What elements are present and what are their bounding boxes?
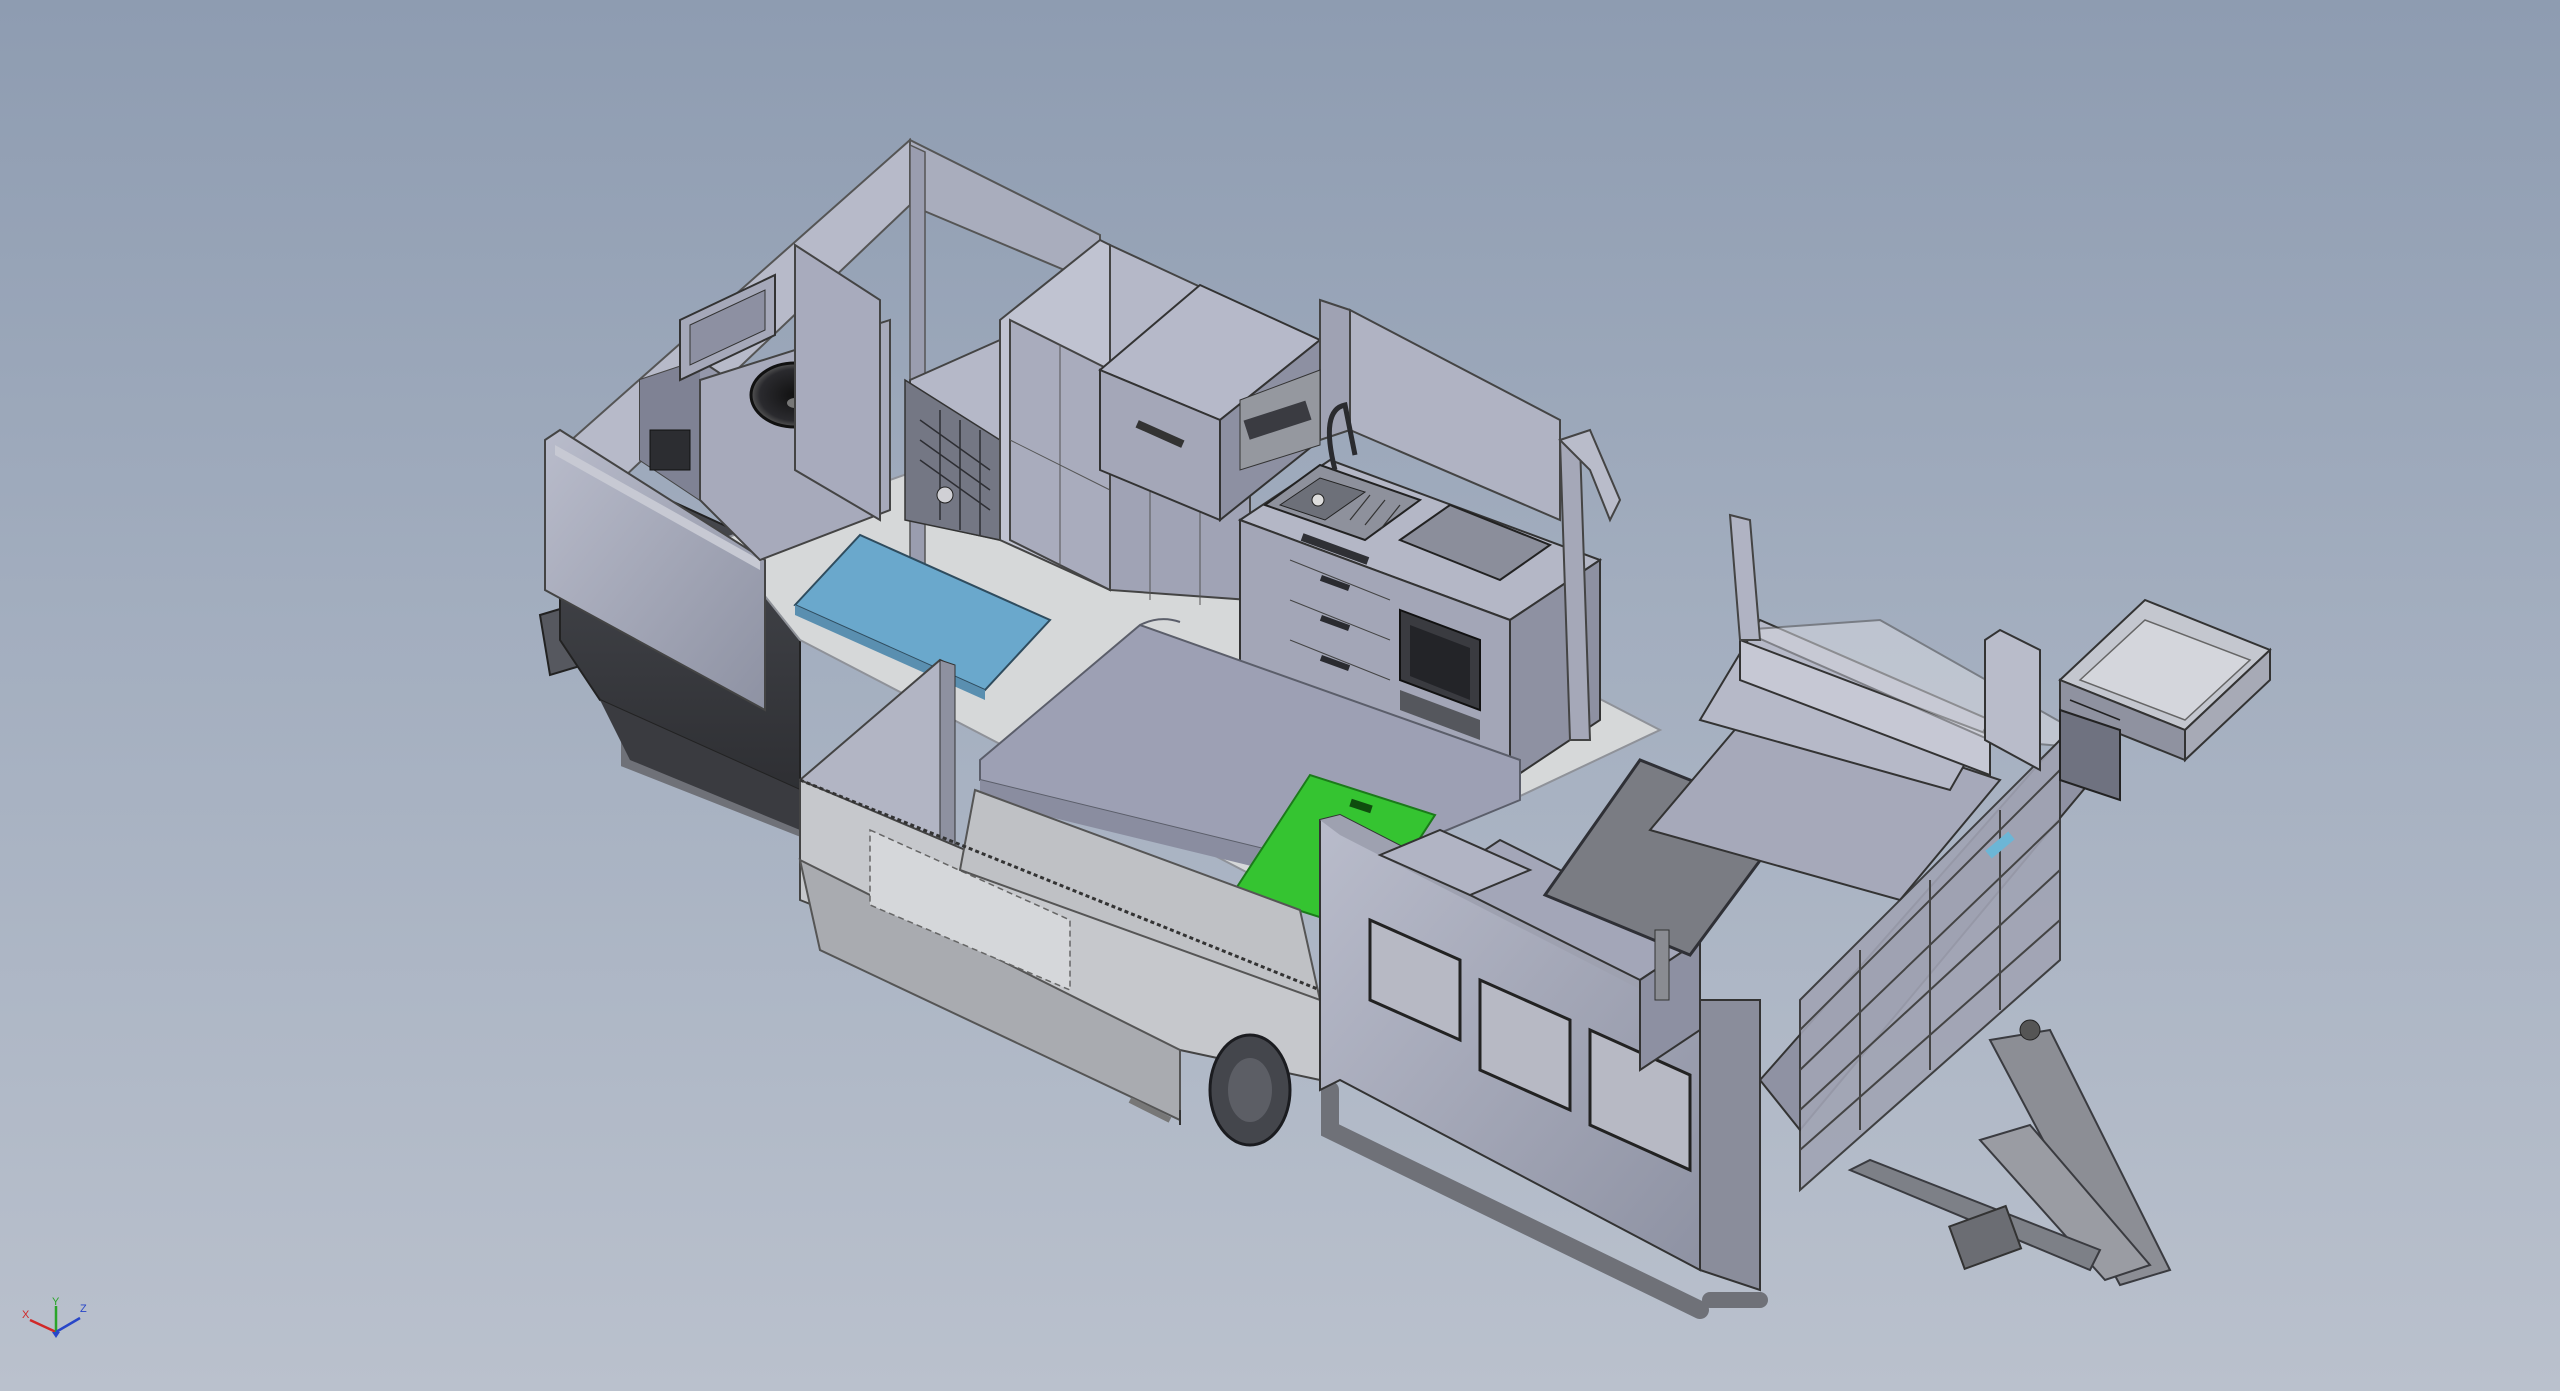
triad-z-label: Z <box>80 1303 87 1315</box>
triad-x-axis <box>29 1318 57 1334</box>
orientation-triad[interactable]: X Y Z <box>18 1296 88 1346</box>
wheel <box>1208 1033 1292 1147</box>
triad-y-label: Y <box>52 1296 60 1308</box>
table-leg <box>1654 929 1670 1001</box>
triad-x-label: X <box>22 1309 30 1321</box>
triad-z-axis <box>55 1316 81 1334</box>
graphics-viewport[interactable]: X Y Z <box>0 0 2560 1391</box>
triad-origin <box>52 1332 60 1338</box>
power-outlet <box>649 429 691 471</box>
front-storage-drawer[interactable] <box>2058 598 2272 802</box>
trailer-3d-model[interactable] <box>0 0 2560 1391</box>
